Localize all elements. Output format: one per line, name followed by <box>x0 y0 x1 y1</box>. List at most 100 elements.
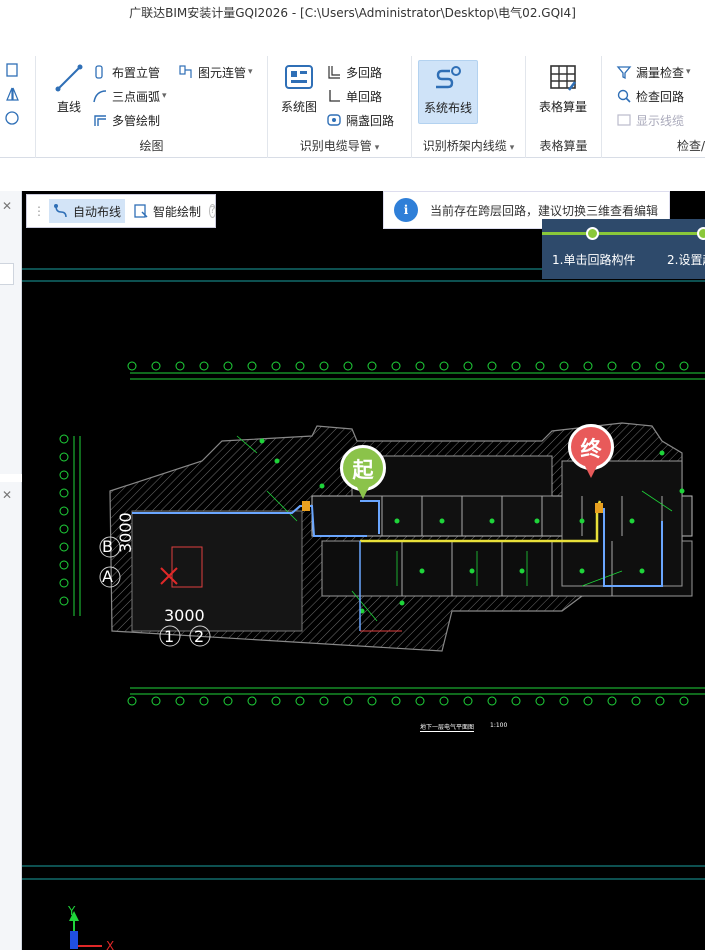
left-panel-top: ✕ <box>0 191 22 474</box>
ribbon-group-draw: 直线 布置立管 三点画弧 ▾ 多管绘制 图元连管 ▾ 绘图 <box>36 56 268 158</box>
chevron-down-icon[interactable]: ▾ <box>510 143 515 153</box>
vertical-pipe-button[interactable]: 布置立管 <box>92 62 160 82</box>
smart-draw-button[interactable]: 智能绘制 <box>129 199 205 223</box>
grid-axis-bubble <box>511 696 521 706</box>
grid-axis-bubble <box>607 361 617 371</box>
end-marker-pin <box>584 464 598 478</box>
close-icon[interactable]: ✕ <box>2 199 12 213</box>
axis-label-b: B <box>102 537 113 556</box>
grid-axis-bubble <box>487 361 497 371</box>
group-label-check: 检查/ <box>676 139 705 153</box>
system-diagram-icon <box>283 62 315 94</box>
show-route-button[interactable]: 显示线缆 <box>616 110 684 130</box>
ribbon-group-table: 表格算量 表格算量 <box>526 56 602 158</box>
table-calc-button[interactable]: 表格算量 <box>532 60 594 124</box>
close-icon[interactable]: ✕ <box>2 488 12 502</box>
vertical-pipe-icon <box>92 64 108 80</box>
multi-circuit-icon <box>326 64 342 80</box>
dimension-horizontal: 3000 <box>164 606 205 625</box>
multi-pipe-button[interactable]: 多管绘制 <box>92 110 160 130</box>
grid-axis-bubble <box>439 696 449 706</box>
line-icon <box>53 62 85 94</box>
grid-axis-bubble <box>59 470 69 480</box>
grid-axis-bubble <box>59 596 69 606</box>
start-marker[interactable]: 起 <box>340 445 386 503</box>
grid-axis-bubble <box>247 696 257 706</box>
grid-axis-bubble <box>655 696 665 706</box>
group-label-table: 表格算量 <box>539 139 588 153</box>
mirror-icon[interactable] <box>4 86 20 102</box>
grid-axis-bubble <box>59 578 69 588</box>
grid-axis-bubble <box>151 361 161 371</box>
grid-axis-bubble <box>439 361 449 371</box>
ucs-x-label: X <box>106 939 115 950</box>
chevron-down-icon[interactable]: ▾ <box>375 143 380 153</box>
grid-axis-bubble <box>199 696 209 706</box>
grid-axis-bubble <box>127 696 137 706</box>
hidden-circuit-button[interactable]: 隔盏回路 <box>326 110 394 130</box>
drawing-canvas[interactable]: B A 3000 3000 1 2 地下一层电气平面图 1:100 Y X <box>22 191 705 950</box>
drag-handle-icon[interactable]: ⋮ <box>33 204 45 218</box>
step-label-1: 1.单击回路构件 <box>552 253 636 267</box>
grid-axis-bubble <box>223 696 233 706</box>
grid-axis-bubble <box>175 361 185 371</box>
system-routing-button[interactable]: 系统布线 <box>418 60 478 124</box>
three-point-arc-button[interactable]: 三点画弧 ▾ <box>92 86 167 106</box>
step-dot-1 <box>586 227 599 240</box>
ribbon: 直线 布置立管 三点画弧 ▾ 多管绘制 图元连管 ▾ 绘图 系统图 多回路 单回… <box>0 56 705 158</box>
grid-axis-bubble <box>583 361 593 371</box>
axis-label-2: 2 <box>194 627 205 646</box>
dimension-vertical: 3000 <box>116 512 135 553</box>
grid-axis-bubble <box>415 696 425 706</box>
line-button[interactable]: 直线 <box>38 60 100 124</box>
search-icon[interactable] <box>0 263 14 285</box>
multi-pipe-icon <box>92 112 108 128</box>
grid-axis-bubble <box>535 696 545 706</box>
grid-axis-bubble <box>271 361 281 371</box>
grid-axis-bubble <box>391 696 401 706</box>
rotate-icon[interactable] <box>4 62 20 78</box>
grid-axis-bubble <box>487 696 497 706</box>
ribbon-group-partial <box>0 56 36 158</box>
show-route-icon <box>616 112 632 128</box>
grid-axis-bubble <box>59 488 69 498</box>
ribbon-group-tray: 系统布线 识别桥架内线缆 ▾ <box>412 56 526 158</box>
grid-axis-bubble <box>679 696 689 706</box>
circle-icon[interactable] <box>4 110 20 126</box>
group-label-draw: 绘图 <box>139 139 164 153</box>
step-guide: 1.单击回路构件 2.设置起 <box>542 219 705 279</box>
start-marker-pin <box>356 485 370 499</box>
grid-axis-bubble <box>367 696 377 706</box>
grid-axis-bubble <box>655 361 665 371</box>
multi-circuit-button[interactable]: 多回路 <box>326 62 382 82</box>
grid-axis-bubble <box>59 434 69 444</box>
element-connect-button[interactable]: 图元连管 ▾ <box>178 62 253 82</box>
grid-axis-bubble <box>559 696 569 706</box>
grid-axis-bubble <box>391 361 401 371</box>
step-label-2: 2.设置起 <box>667 253 705 267</box>
grid-axis-bubble <box>295 696 305 706</box>
group-label-cable: 识别电缆导管 ▾ <box>299 139 380 153</box>
grid-axis-bubble <box>59 506 69 516</box>
auto-route-button[interactable]: 自动布线 <box>49 199 126 223</box>
axis-label-a: A <box>102 567 113 586</box>
grid-axis-bubble <box>59 452 69 462</box>
grid-axis-bubble <box>367 361 377 371</box>
table-calc-icon <box>547 62 579 94</box>
help-icon[interactable]: ? <box>209 204 217 218</box>
grid-axis-bubble <box>463 696 473 706</box>
window-title: 广联达BIM安装计量GQI2026 - [C:\Users\Administra… <box>0 0 705 28</box>
system-diagram-button[interactable]: 系统图 <box>268 60 330 124</box>
hidden-circuit-icon <box>326 112 342 128</box>
grid-axis-bubble <box>319 696 329 706</box>
grid-axis-bubble <box>535 361 545 371</box>
end-marker[interactable]: 终 <box>568 424 614 482</box>
funnel-icon <box>616 64 632 80</box>
missing-check-button[interactable]: 漏量检查 ▾ <box>616 62 691 82</box>
plan-scale: 1:100 <box>490 722 508 729</box>
arc-icon <box>92 88 108 104</box>
single-circuit-button[interactable]: 单回路 <box>326 86 382 106</box>
grid-axis-bubble <box>295 361 305 371</box>
grid-axis-bubble <box>559 361 569 371</box>
check-circuit-button[interactable]: 检查回路 <box>616 86 684 106</box>
